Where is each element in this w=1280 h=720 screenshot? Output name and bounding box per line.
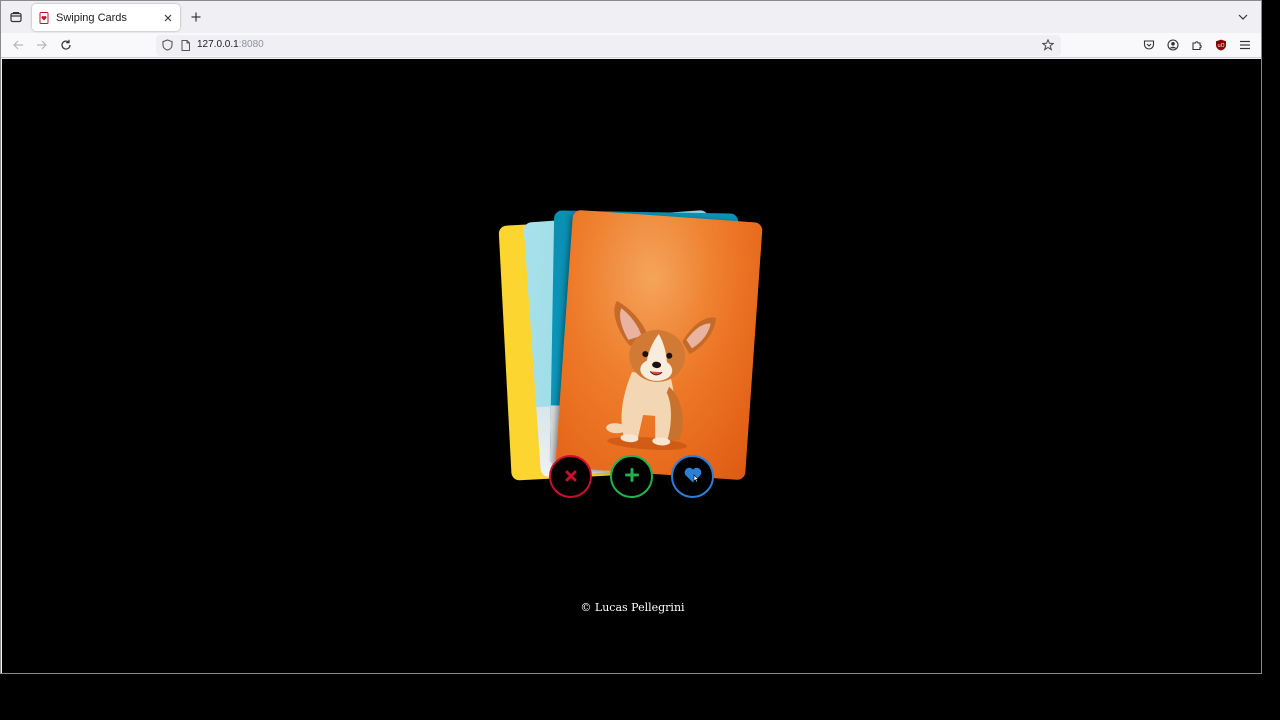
tab-bar: Swiping Cards	[1, 1, 1261, 33]
heart-card-favicon	[38, 11, 50, 24]
x-icon	[565, 467, 577, 486]
hamburger-menu-icon[interactable]	[1235, 35, 1255, 55]
forward-arrow-icon[interactable]	[32, 35, 52, 55]
ublock-icon[interactable]: uO	[1211, 35, 1231, 55]
tab-title: Swiping Cards	[56, 11, 127, 24]
browser-window: Swiping Cards 127.0.0.1:8080 uO © Lucas …	[0, 0, 1262, 674]
navigation-toolbar: 127.0.0.1:8080 uO	[1, 33, 1261, 58]
account-icon[interactable]	[1163, 35, 1183, 55]
reload-icon[interactable]	[56, 35, 76, 55]
tab-list-icon[interactable]	[5, 6, 27, 28]
puzzle-icon[interactable]	[1187, 35, 1207, 55]
orange-corgi-card[interactable]	[555, 209, 763, 481]
chevron-down-icon[interactable]	[1233, 7, 1253, 27]
svg-text:uO: uO	[1217, 43, 1224, 49]
pocket-icon[interactable]	[1139, 35, 1159, 55]
like-button[interactable]	[671, 455, 714, 498]
page-viewport: © Lucas Pellegrini	[2, 59, 1261, 673]
add-button[interactable]	[610, 455, 653, 498]
footer-copyright: © Lucas Pellegrini	[580, 601, 685, 614]
card-actions	[2, 455, 1261, 499]
url-host: 127.0.0.1	[197, 39, 239, 50]
plus-icon	[624, 467, 639, 486]
url-text[interactable]: 127.0.0.1:8080	[197, 39, 264, 50]
plus-icon[interactable]	[186, 7, 206, 27]
corgi-puppy-photo	[555, 209, 763, 481]
dislike-button[interactable]	[549, 455, 592, 498]
star-icon[interactable]	[1041, 38, 1055, 52]
heart-icon	[683, 466, 703, 488]
browser-tab[interactable]: Swiping Cards	[32, 4, 180, 31]
url-port: :8080	[238, 39, 264, 50]
back-arrow-icon[interactable]	[8, 35, 28, 55]
page-icon[interactable]	[178, 38, 192, 52]
close-icon[interactable]	[160, 10, 176, 26]
url-bar[interactable]: 127.0.0.1:8080	[156, 35, 1061, 56]
shield-icon[interactable]	[160, 38, 174, 52]
